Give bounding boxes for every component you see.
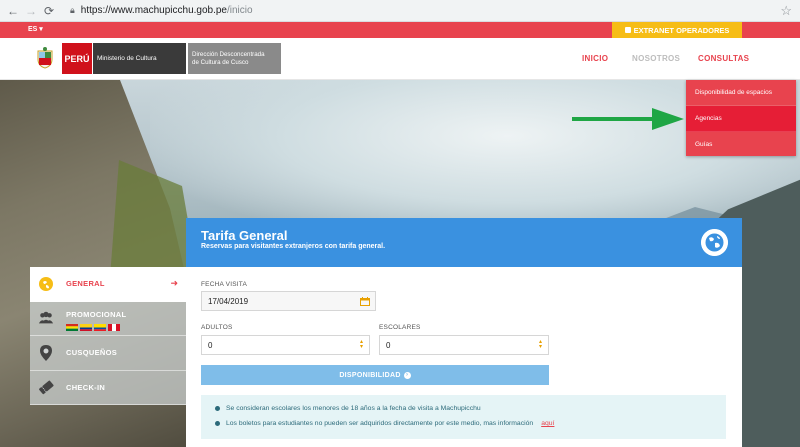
tab-general-label: GENERAL [66,279,105,289]
map-pin-icon [38,344,54,361]
url-host: https://www.machupicchu.gob.pe [80,5,227,16]
menu-item-agencias[interactable]: Agencias [686,106,796,132]
direccion-line1: Dirección Desconcentrada [192,51,265,58]
escolares-value: 0 [386,340,391,350]
consultas-dropdown-menu: Disponibilidad de espacios Agencias Guía… [686,80,796,156]
nav-consultas[interactable]: CONSULTAS [698,54,749,63]
direccion-cultura-cusco-logo[interactable]: Dirección Desconcentrada de Cultura de C… [188,43,281,74]
aqui-link[interactable]: aquí [541,420,554,427]
lock-icon: 🔒︎ [70,5,75,15]
ministerio-cultura-logo[interactable]: Ministerio de Cultura [93,43,186,74]
tab-cusquenos[interactable]: CUSQUEÑOS [30,336,186,371]
extranet-icon [624,27,631,33]
url-path: /inicio [227,5,253,16]
extranet-operadores-button[interactable]: EXTRANET OPERADORES [612,22,742,38]
nav-inicio[interactable]: INICIO [582,54,608,63]
ticket-icon [38,379,54,395]
arrow-right-icon: ➜ [170,278,178,288]
group-icon [38,310,54,326]
ecuador-flag-icon [94,323,106,331]
panel-subtitle: Reservas para visitantes extranjeros con… [201,243,386,250]
tab-promocional[interactable]: PROMOCIONAL [30,301,186,336]
escolares-stepper[interactable]: 0 ▴ ▾ [379,335,549,355]
tab-check-in-label: CHECK-IN [66,382,106,392]
peru-crest-icon [37,47,53,69]
info-line-1: Se consideran escolares los menores de 1… [215,405,481,412]
bullet-icon [215,421,220,426]
panel-title: Tarifa General [201,228,288,243]
green-arrow-icon [572,108,684,130]
menu-item-disponibilidad[interactable]: Disponibilidad de espacios [686,80,796,106]
colombia-flag-icon [80,323,92,331]
forward-icon[interactable]: → [22,2,40,20]
fecha-visita-label: FECHA VISITA [201,281,247,288]
stepper-arrows-icon[interactable]: ▴ ▾ [539,339,542,350]
escolares-label: ESCOLARES [379,324,421,331]
adultos-value: 0 [208,340,213,350]
calendar-icon[interactable] [360,297,370,306]
disponibilidad-label: DISPONIBILIDAD [339,371,401,379]
globe-small-icon [38,276,54,292]
info-line-1-text: Se consideran escolares los menores de 1… [226,405,481,412]
tab-check-in[interactable]: CHECK-IN [30,370,186,405]
language-selector[interactable]: ES ▾ [28,25,43,33]
stepper-arrows-icon[interactable]: ▴ ▾ [360,339,363,350]
fecha-visita-input[interactable]: 17/04/2019 [201,291,376,311]
info-box: Se consideran escolares los menores de 1… [201,395,726,439]
arrow-circle-icon: › [403,371,411,379]
tab-promocional-label: PROMOCIONAL [66,309,127,319]
tarifa-tabs: GENERAL ➜ PROMOCIONAL CUSQUEÑOS CHECK-IN [30,267,186,405]
extranet-label: EXTRANET OPERADORES [633,25,730,35]
nav-nosotros[interactable]: NOSOTROS [632,54,680,63]
info-line-2: Los boletos para estudiantes no pueden s… [215,420,554,427]
browser-toolbar: ← → ⟳ 🔒︎ https://www.machupicchu.gob.pe/… [0,0,800,22]
globe-icon [701,229,728,256]
top-strip: ES ▾ EXTRANET OPERADORES [0,22,800,38]
peru-logo[interactable]: PERÚ [62,43,92,74]
info-line-2-text: Los boletos para estudiantes no pueden s… [226,420,534,427]
tarifa-panel-header: Tarifa General Reservas para visitantes … [186,218,742,267]
disponibilidad-button[interactable]: DISPONIBILIDAD › [201,365,549,385]
language-label: ES [28,26,38,33]
direccion-line2: de Cultura de Cusco [192,59,249,66]
tab-cusquenos-label: CUSQUEÑOS [66,348,118,358]
adultos-stepper[interactable]: 0 ▴ ▾ [201,335,370,355]
bullet-icon [215,406,220,411]
bolivia-flag-icon [66,323,78,331]
country-flags [66,323,120,331]
reload-icon[interactable]: ⟳ [40,2,58,20]
back-icon[interactable]: ← [4,2,22,20]
adultos-label: ADULTOS [201,324,233,331]
fecha-visita-value: 17/04/2019 [208,296,249,306]
menu-item-guias[interactable]: Guías [686,132,796,156]
tab-general[interactable]: GENERAL ➜ [30,267,186,302]
peru-flag-icon [108,323,120,331]
site-header: PERÚ Ministerio de Cultura Dirección Des… [0,38,800,80]
bookmark-star-icon[interactable]: ☆ [780,3,792,19]
address-bar[interactable]: https://www.machupicchu.gob.pe/inicio [81,5,253,16]
